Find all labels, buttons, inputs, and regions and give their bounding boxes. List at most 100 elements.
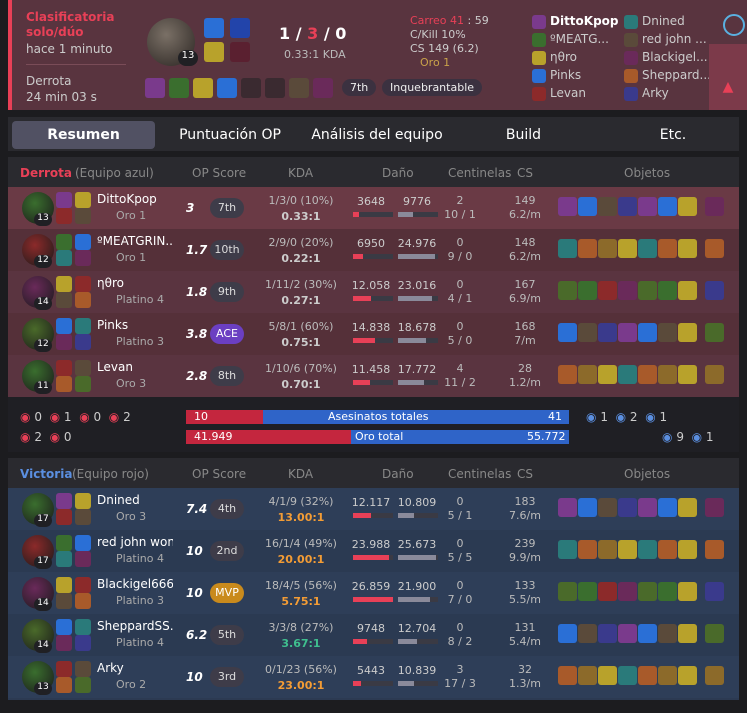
rune-icon[interactable] [56, 551, 72, 567]
rune-icon[interactable] [56, 677, 72, 693]
item-icon[interactable] [638, 540, 657, 559]
spell-icon[interactable] [75, 192, 91, 208]
rune-icon[interactable] [75, 250, 91, 266]
item-icon[interactable] [618, 540, 637, 559]
rune-primary-icon[interactable] [204, 42, 224, 62]
spell-icon[interactable] [75, 234, 91, 250]
spell-icon[interactable] [56, 661, 72, 677]
spell-icon[interactable] [75, 619, 91, 635]
item-slot-icon[interactable] [289, 78, 309, 98]
item-icon[interactable] [658, 323, 677, 342]
item-icon[interactable] [558, 197, 577, 216]
item-icon[interactable] [638, 197, 657, 216]
trinket-icon[interactable] [678, 498, 697, 517]
item-slot-icon[interactable] [145, 78, 165, 98]
item-icon[interactable] [658, 624, 677, 643]
team-member-red[interactable]: Arky [624, 86, 710, 101]
item-icon[interactable] [578, 498, 597, 517]
item-icon[interactable] [598, 666, 617, 685]
item-icon[interactable] [705, 624, 724, 643]
item-icon[interactable] [705, 582, 724, 601]
item-icon[interactable] [705, 666, 724, 685]
rune-icon[interactable] [75, 292, 91, 308]
rune-icon[interactable] [75, 509, 91, 525]
item-icon[interactable] [705, 323, 724, 342]
rune-icon[interactable] [75, 593, 91, 609]
expand-button[interactable]: ▲ [709, 44, 747, 110]
item-icon[interactable] [705, 239, 724, 258]
item-icon[interactable] [578, 582, 597, 601]
team-member-blue[interactable]: Levan [532, 86, 620, 101]
item-icon[interactable] [598, 540, 617, 559]
rune-icon[interactable] [75, 208, 91, 224]
item-icon[interactable] [658, 666, 677, 685]
tab-etc[interactable]: Etc. [638, 121, 708, 149]
summoner-name[interactable]: Arky [97, 661, 173, 675]
spell-icon[interactable] [56, 360, 72, 376]
item-icon[interactable] [578, 666, 597, 685]
spell-icon[interactable] [56, 318, 72, 334]
rune-secondary-icon[interactable] [230, 42, 250, 62]
team-member-red[interactable]: Blackigel... [624, 50, 710, 65]
summoner-name[interactable]: ηθro [97, 276, 173, 290]
spell-icon[interactable] [75, 577, 91, 593]
item-icon[interactable] [598, 239, 617, 258]
item-icon[interactable] [618, 323, 637, 342]
item-icon[interactable] [598, 498, 617, 517]
item-icon[interactable] [558, 624, 577, 643]
spell-icon[interactable] [75, 318, 91, 334]
item-icon[interactable] [618, 197, 637, 216]
rune-icon[interactable] [75, 635, 91, 651]
spell-icon[interactable] [56, 493, 72, 509]
item-icon[interactable] [618, 666, 637, 685]
item-icon[interactable] [618, 498, 637, 517]
trinket-icon[interactable] [678, 281, 697, 300]
tab-resumen[interactable]: Resumen [12, 121, 155, 149]
item-icon[interactable] [558, 239, 577, 258]
item-icon[interactable] [618, 624, 637, 643]
trinket-icon[interactable] [678, 624, 697, 643]
item-icon[interactable] [578, 624, 597, 643]
item-icon[interactable] [598, 365, 617, 384]
item-icon[interactable] [578, 540, 597, 559]
rune-icon[interactable] [75, 551, 91, 567]
tab-op-score[interactable]: Puntuación OP [160, 121, 300, 149]
item-icon[interactable] [558, 498, 577, 517]
item-icon[interactable] [638, 281, 657, 300]
item-icon[interactable] [638, 323, 657, 342]
item-icon[interactable] [558, 666, 577, 685]
item-icon[interactable] [658, 281, 677, 300]
rune-icon[interactable] [56, 292, 72, 308]
summoner-name[interactable]: Dnined [97, 493, 173, 507]
item-icon[interactable] [558, 281, 577, 300]
rune-icon[interactable] [56, 208, 72, 224]
spell-icon[interactable] [75, 276, 91, 292]
item-icon[interactable] [618, 365, 637, 384]
team-member-blue[interactable]: ηθro [532, 50, 620, 65]
item-icon[interactable] [705, 281, 724, 300]
item-icon[interactable] [578, 365, 597, 384]
trinket-icon[interactable] [678, 365, 697, 384]
team-member-red[interactable]: red john ... [624, 32, 710, 47]
item-icon[interactable] [638, 624, 657, 643]
item-icon[interactable] [638, 582, 657, 601]
rune-icon[interactable] [56, 376, 72, 392]
rune-icon[interactable] [75, 677, 91, 693]
spell-flash-icon[interactable] [204, 18, 224, 38]
summoner-name[interactable]: DittoKpop [97, 192, 173, 206]
spell-icon[interactable] [75, 360, 91, 376]
item-icon[interactable] [578, 281, 597, 300]
rune-icon[interactable] [56, 250, 72, 266]
item-icon[interactable] [705, 498, 724, 517]
spell-ignite-icon[interactable] [230, 18, 250, 38]
trinket-icon[interactable] [678, 239, 697, 258]
team-member-red[interactable]: Dnined [624, 14, 710, 29]
tab-team-analysis[interactable]: Análisis del equipo [303, 121, 451, 149]
spell-icon[interactable] [56, 577, 72, 593]
item-slot-icon[interactable] [265, 78, 285, 98]
spell-icon[interactable] [56, 192, 72, 208]
item-slot-icon[interactable] [241, 78, 261, 98]
item-icon[interactable] [638, 498, 657, 517]
rune-icon[interactable] [56, 593, 72, 609]
item-icon[interactable] [618, 582, 637, 601]
